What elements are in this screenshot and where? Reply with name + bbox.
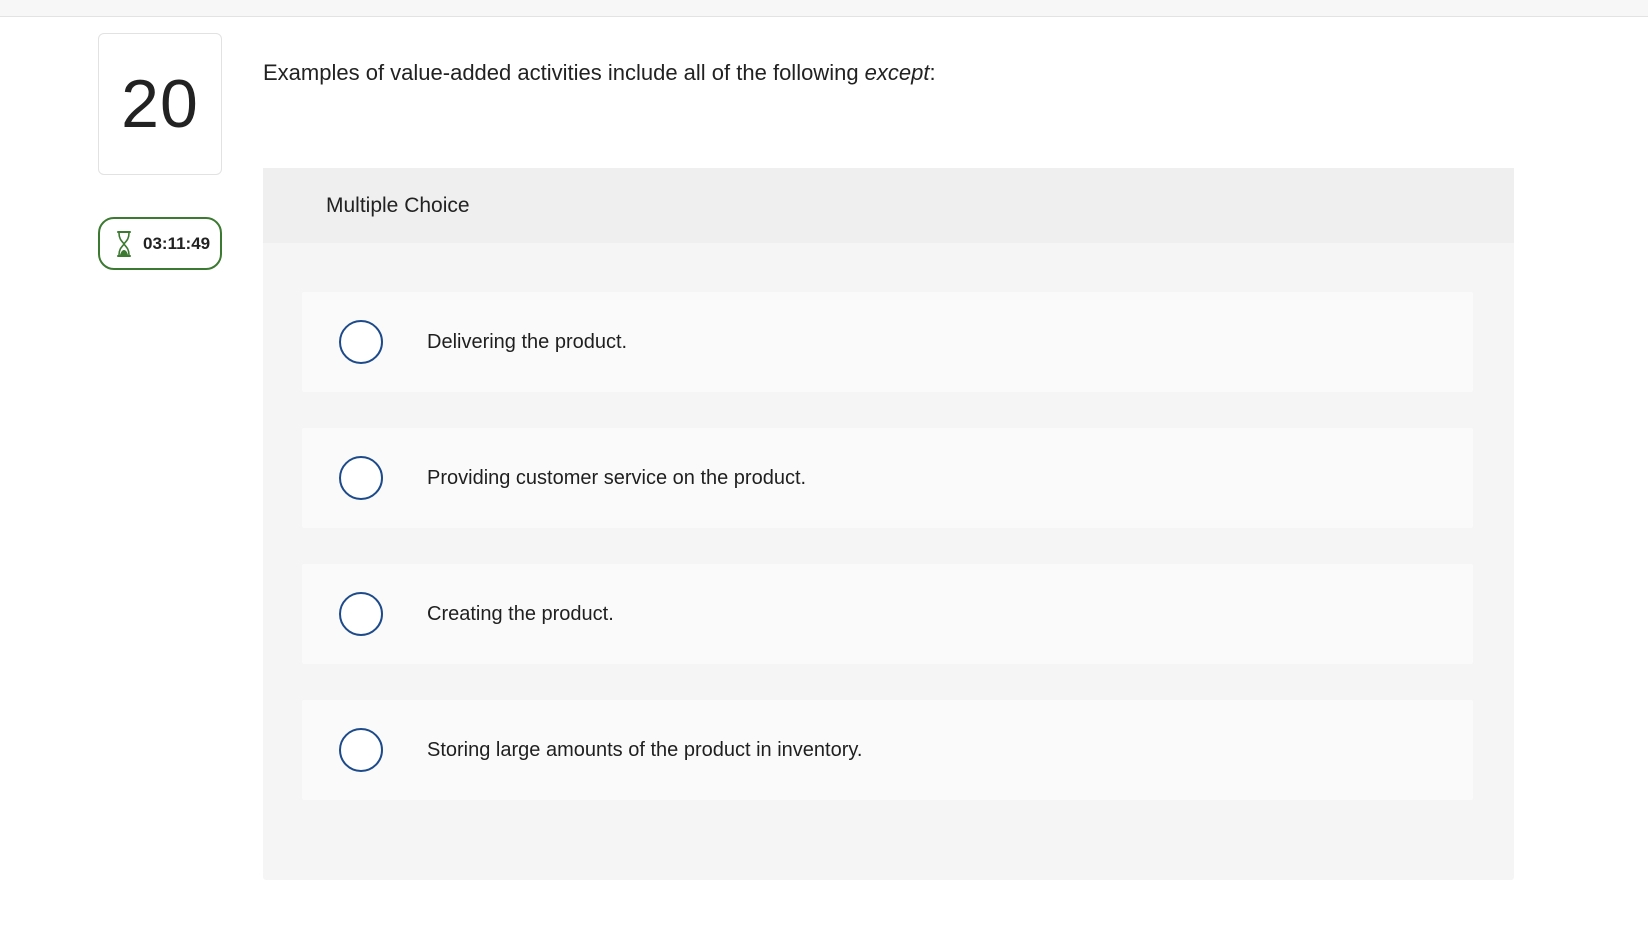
radio-button-4[interactable] (339, 728, 383, 772)
answer-option-1[interactable]: Delivering the product. (302, 292, 1473, 392)
radio-button-2[interactable] (339, 456, 383, 500)
answer-option-3[interactable]: Creating the product. (302, 564, 1473, 664)
timer-badge[interactable]: 03:11:49 (98, 217, 222, 270)
question-number-box: 20 (98, 33, 222, 175)
answer-option-label: Storing large amounts of the product in … (427, 738, 863, 761)
question-prompt: Examples of value-added activities inclu… (263, 60, 865, 85)
top-bar (0, 0, 1648, 17)
answer-panel: Multiple Choice Delivering the product. … (263, 168, 1514, 880)
question-text: Examples of value-added activities inclu… (263, 60, 936, 86)
answer-option-4[interactable]: Storing large amounts of the product in … (302, 700, 1473, 800)
answer-option-2[interactable]: Providing customer service on the produc… (302, 428, 1473, 528)
answer-option-label: Creating the product. (427, 602, 614, 625)
radio-button-1[interactable] (339, 320, 383, 364)
question-suffix: : (929, 60, 936, 85)
answer-option-label: Providing customer service on the produc… (427, 466, 807, 489)
timer-value: 03:11:49 (143, 233, 211, 253)
question-type-header: Multiple Choice (263, 168, 1514, 243)
question-emphasis: except (864, 60, 930, 85)
question-type-label: Multiple Choice (326, 193, 470, 217)
question-number: 20 (121, 66, 199, 142)
hourglass-icon (114, 229, 134, 259)
answer-option-label: Delivering the product. (427, 330, 628, 353)
answer-options: Delivering the product. Providing custom… (302, 292, 1473, 836)
radio-button-3[interactable] (339, 592, 383, 636)
